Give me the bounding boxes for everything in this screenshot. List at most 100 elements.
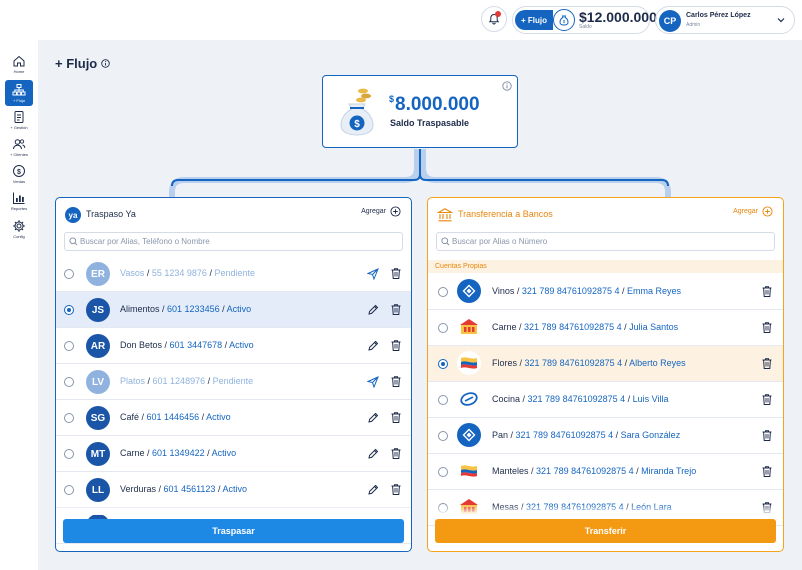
delete-button[interactable]	[390, 339, 402, 357]
notifications-button[interactable]	[481, 6, 507, 32]
bank-logo-icon	[457, 351, 481, 375]
trash-icon	[762, 358, 772, 369]
contact-row[interactable]: JS Alimentos / 601 1233456 / Activo	[56, 292, 411, 328]
trash-icon	[391, 412, 401, 423]
add-contact-button[interactable]: Agregar	[361, 206, 401, 217]
sidebar-item-clientes[interactable]: + Clientes	[5, 137, 33, 163]
sidebar-item-ventas[interactable]: $ Ventas	[5, 164, 33, 190]
edit-button[interactable]	[367, 303, 379, 321]
sidebar-item-gestion[interactable]: + Gestión	[5, 110, 33, 136]
account-radio[interactable]	[438, 395, 448, 405]
account-alias: Cocina	[492, 394, 521, 404]
delete-button[interactable]	[761, 429, 773, 447]
list-fade	[56, 505, 411, 515]
contact-name: Verduras	[120, 484, 157, 494]
account-radio[interactable]	[438, 431, 448, 441]
main-content: + Flujo $ $8.000.000 Saldo Traspasable y…	[38, 40, 802, 570]
account-row[interactable]: Cocina / 321 789 84761092875 4 / Luis Vi…	[428, 382, 783, 418]
edit-button[interactable]	[367, 411, 379, 429]
delete-button[interactable]	[390, 375, 402, 393]
account-details: Manteles / 321 789 84761092875 4 / Miran…	[492, 466, 697, 476]
transferir-button[interactable]: Transferir	[435, 519, 776, 543]
sidebar-item-home[interactable]: Home	[5, 54, 33, 80]
panel-title: Transferencia a Bancos	[458, 209, 553, 219]
sidebar-item-reportes[interactable]: Reportes	[5, 191, 33, 217]
contact-radio[interactable]	[64, 341, 74, 351]
delete-button[interactable]	[390, 483, 402, 501]
user-menu[interactable]: CP Carlos Pérez López Admin	[655, 6, 795, 34]
plus-circle-icon	[762, 206, 773, 217]
delete-button[interactable]	[390, 303, 402, 321]
account-holder: Alberto Reyes	[629, 358, 686, 368]
flujo-button[interactable]: + Flujo	[515, 10, 553, 30]
contact-radio[interactable]	[64, 269, 74, 279]
account-radio[interactable]	[438, 287, 448, 297]
trash-icon	[762, 430, 772, 441]
account-radio[interactable]	[438, 467, 448, 477]
account-radio[interactable]	[438, 359, 448, 369]
sidebar-item-label: Reportes	[10, 206, 28, 211]
contact-row[interactable]: LV Platos / 601 1248976 / Pendiente	[56, 364, 411, 400]
account-number: 321 789 84761092875 4	[524, 322, 622, 332]
info-icon[interactable]	[502, 81, 512, 91]
edit-button[interactable]	[367, 483, 379, 501]
transferable-label: Saldo Traspasable	[390, 118, 470, 128]
svg-text:$: $	[17, 169, 21, 176]
account-details: Flores / 321 789 84761092875 4 / Alberto…	[492, 358, 686, 368]
sidebar-item-flujo[interactable]: + Flujo	[5, 80, 33, 106]
plus-circle-icon	[390, 206, 401, 217]
account-row[interactable]: Manteles / 321 789 84761092875 4 / Miran…	[428, 454, 783, 490]
account-alias: Carne	[492, 322, 517, 332]
sidebar-item-config[interactable]: Config	[5, 219, 33, 245]
add-account-button[interactable]: Agregar	[733, 206, 773, 217]
contact-search	[64, 232, 403, 251]
bank-logo-icon	[457, 315, 481, 339]
contact-radio[interactable]	[64, 449, 74, 459]
edit-button[interactable]	[367, 339, 379, 357]
account-holder: Emma Reyes	[627, 286, 682, 296]
own-accounts-header: Cuentas Propias	[428, 260, 783, 273]
delete-button[interactable]	[761, 393, 773, 411]
delete-button[interactable]	[761, 465, 773, 483]
contact-number: 601 1349422	[152, 448, 205, 458]
resend-button[interactable]	[366, 375, 379, 393]
account-row[interactable]: Pan / 321 789 84761092875 4 / Sara Gonzá…	[428, 418, 783, 454]
edit-button[interactable]	[367, 447, 379, 465]
contact-row[interactable]: SG Café / 601 1446456 / Activo	[56, 400, 411, 436]
search-input[interactable]	[80, 237, 380, 246]
account-row[interactable]: Vinos / 321 789 84761092875 4 / Emma Rey…	[428, 274, 783, 310]
delete-button[interactable]	[761, 285, 773, 303]
contact-radio[interactable]	[64, 485, 74, 495]
contact-number: 601 1233456	[167, 304, 220, 314]
account-row[interactable]: Carne / 321 789 84761092875 4 / Julia Sa…	[428, 310, 783, 346]
contact-row[interactable]: MT Carne / 601 1349422 / Activo	[56, 436, 411, 472]
contact-status: Activo	[222, 484, 247, 494]
delete-button[interactable]	[390, 447, 402, 465]
info-icon[interactable]	[101, 59, 110, 68]
bank-icon	[437, 208, 453, 222]
sidebar-item-label: Ventas	[12, 179, 26, 184]
contact-row[interactable]: LL Verduras / 601 4561123 / Activo	[56, 472, 411, 508]
traspasar-button[interactable]: Traspasar	[63, 519, 404, 543]
avatar: CP	[659, 10, 681, 32]
account-radio[interactable]	[438, 323, 448, 333]
contact-radio[interactable]	[64, 305, 74, 315]
sidebar-item-label: + Gestión	[10, 125, 28, 130]
contact-status: Pendiente	[212, 376, 254, 386]
search-input[interactable]	[452, 237, 752, 246]
contact-row[interactable]: AR Don Betos / 601 3447678 / Activo	[56, 328, 411, 364]
account-number: 321 789 84761092875 4	[527, 394, 626, 404]
delete-button[interactable]	[390, 411, 402, 429]
contact-name: Carne	[120, 448, 145, 458]
delete-button[interactable]	[761, 321, 773, 339]
resend-button[interactable]	[366, 267, 379, 285]
contact-radio[interactable]	[64, 413, 74, 423]
delete-button[interactable]	[390, 267, 402, 285]
trash-icon	[391, 448, 401, 459]
contact-radio[interactable]	[64, 377, 74, 387]
bank-logo-icon	[457, 459, 481, 483]
contact-row[interactable]: ER Vasos / 55 1234 9876 / Pendiente	[56, 256, 411, 292]
account-row[interactable]: Flores / 321 789 84761092875 4 / Alberto…	[428, 346, 783, 382]
page-title-text: + Flujo	[55, 56, 98, 71]
delete-button[interactable]	[761, 357, 773, 375]
